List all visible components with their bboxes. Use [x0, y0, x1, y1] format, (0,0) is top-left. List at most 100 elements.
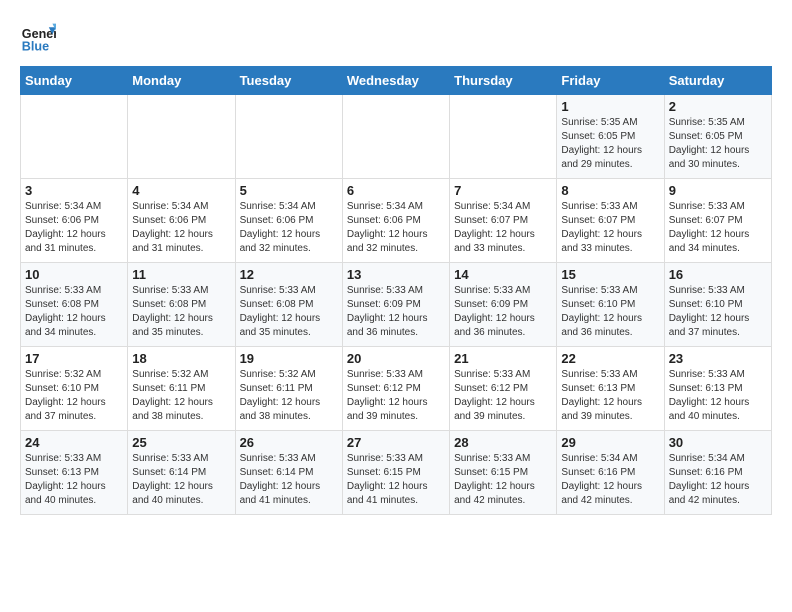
day-number: 15: [561, 267, 659, 282]
day-info: Sunrise: 5:33 AM Sunset: 6:12 PM Dayligh…: [454, 368, 552, 424]
day-number: 16: [669, 267, 767, 282]
day-number: 24: [25, 435, 123, 450]
day-info: Sunrise: 5:33 AM Sunset: 6:09 PM Dayligh…: [454, 284, 552, 340]
header-cell-saturday: Saturday: [664, 67, 771, 95]
day-number: 22: [561, 351, 659, 366]
header-cell-monday: Monday: [128, 67, 235, 95]
calendar-row: 24Sunrise: 5:33 AM Sunset: 6:13 PM Dayli…: [21, 431, 772, 515]
calendar-cell: 9 Sunrise: 5:33 AM Sunset: 6:07 PM Daylig…: [664, 179, 771, 263]
calendar-cell: 20 Sunrise: 5:33 AM Sunset: 6:12 PM Dayli…: [342, 347, 449, 431]
calendar-cell: 12 Sunrise: 5:33 AM Sunset: 6:08 PM Dayli…: [235, 263, 342, 347]
svg-text:Blue: Blue: [22, 40, 49, 54]
day-number: 5: [240, 183, 338, 198]
day-number: 4: [132, 183, 230, 198]
calendar-header: SundayMondayTuesdayWednesdayThursdayFrid…: [21, 67, 772, 95]
calendar-row: 10 Sunrise: 5:33 AM Sunset: 6:08 PM Dayli…: [21, 263, 772, 347]
day-info: Sunrise: 5:33 AM Sunset: 6:13 PM Dayligh…: [561, 368, 659, 424]
day-info: Sunrise: 5:33 AM Sunset: 6:14 PM Dayligh…: [132, 452, 230, 508]
calendar-cell: 13 Sunrise: 5:33 AM Sunset: 6:09 PM Dayli…: [342, 263, 449, 347]
day-number: 14: [454, 267, 552, 282]
calendar-cell: 7 Sunrise: 5:34 AM Sunset: 6:07 PM Daylig…: [450, 179, 557, 263]
day-info: Sunrise: 5:33 AM Sunset: 6:08 PM Dayligh…: [240, 284, 338, 340]
calendar-cell: [342, 95, 449, 179]
day-number: 30: [669, 435, 767, 450]
day-info: Sunrise: 5:34 AM Sunset: 6:06 PM Dayligh…: [25, 200, 123, 256]
calendar-row: 1 Sunrise: 5:35 AM Sunset: 6:05 PM Daylig…: [21, 95, 772, 179]
day-info: Sunrise: 5:33 AM Sunset: 6:15 PM Dayligh…: [347, 452, 445, 508]
calendar-cell: 5Sunrise: 5:34 AM Sunset: 6:06 PM Daylig…: [235, 179, 342, 263]
day-number: 25: [132, 435, 230, 450]
calendar-cell: 22 Sunrise: 5:33 AM Sunset: 6:13 PM Dayli…: [557, 347, 664, 431]
day-number: 20: [347, 351, 445, 366]
calendar-cell: 10 Sunrise: 5:33 AM Sunset: 6:08 PM Dayli…: [21, 263, 128, 347]
day-number: 9: [669, 183, 767, 198]
header-cell-sunday: Sunday: [21, 67, 128, 95]
logo: General Blue: [20, 20, 56, 56]
day-number: 2: [669, 99, 767, 114]
day-number: 1: [561, 99, 659, 114]
calendar-cell: 25 Sunrise: 5:33 AM Sunset: 6:14 PM Dayli…: [128, 431, 235, 515]
page: General Blue SundayMondayTuesdayWednesda…: [0, 0, 792, 525]
calendar-table: SundayMondayTuesdayWednesdayThursdayFrid…: [20, 66, 772, 515]
day-info: Sunrise: 5:33 AM Sunset: 6:15 PM Dayligh…: [454, 452, 552, 508]
day-number: 7: [454, 183, 552, 198]
calendar-cell: 18Sunrise: 5:32 AM Sunset: 6:11 PM Dayli…: [128, 347, 235, 431]
day-info: Sunrise: 5:34 AM Sunset: 6:06 PM Dayligh…: [132, 200, 230, 256]
calendar-cell: [235, 95, 342, 179]
day-number: 3: [25, 183, 123, 198]
logo-icon: General Blue: [20, 20, 56, 56]
calendar-cell: 6Sunrise: 5:34 AM Sunset: 6:06 PM Daylig…: [342, 179, 449, 263]
day-number: 10: [25, 267, 123, 282]
day-info: Sunrise: 5:33 AM Sunset: 6:09 PM Dayligh…: [347, 284, 445, 340]
day-info: Sunrise: 5:34 AM Sunset: 6:16 PM Dayligh…: [669, 452, 767, 508]
calendar-cell: 21 Sunrise: 5:33 AM Sunset: 6:12 PM Dayli…: [450, 347, 557, 431]
calendar-cell: 29 Sunrise: 5:34 AM Sunset: 6:16 PM Dayli…: [557, 431, 664, 515]
day-number: 26: [240, 435, 338, 450]
day-info: Sunrise: 5:33 AM Sunset: 6:12 PM Dayligh…: [347, 368, 445, 424]
calendar-cell: [128, 95, 235, 179]
day-number: 12: [240, 267, 338, 282]
calendar-body: 1 Sunrise: 5:35 AM Sunset: 6:05 PM Daylig…: [21, 95, 772, 515]
calendar-cell: 11 Sunrise: 5:33 AM Sunset: 6:08 PM Dayli…: [128, 263, 235, 347]
calendar-cell: 2 Sunrise: 5:35 AM Sunset: 6:05 PM Daylig…: [664, 95, 771, 179]
day-number: 28: [454, 435, 552, 450]
calendar-cell: 28 Sunrise: 5:33 AM Sunset: 6:15 PM Dayli…: [450, 431, 557, 515]
day-info: Sunrise: 5:33 AM Sunset: 6:07 PM Dayligh…: [561, 200, 659, 256]
day-info: Sunrise: 5:35 AM Sunset: 6:05 PM Dayligh…: [669, 116, 767, 172]
calendar-cell: 23Sunrise: 5:33 AM Sunset: 6:13 PM Dayli…: [664, 347, 771, 431]
calendar-cell: 27 Sunrise: 5:33 AM Sunset: 6:15 PM Dayli…: [342, 431, 449, 515]
calendar-cell: [450, 95, 557, 179]
day-number: 29: [561, 435, 659, 450]
day-number: 11: [132, 267, 230, 282]
calendar-cell: 4 Sunrise: 5:34 AM Sunset: 6:06 PM Daylig…: [128, 179, 235, 263]
calendar-cell: 30 Sunrise: 5:34 AM Sunset: 6:16 PM Dayli…: [664, 431, 771, 515]
day-info: Sunrise: 5:33 AM Sunset: 6:10 PM Dayligh…: [561, 284, 659, 340]
calendar-cell: 3 Sunrise: 5:34 AM Sunset: 6:06 PM Daylig…: [21, 179, 128, 263]
header-cell-tuesday: Tuesday: [235, 67, 342, 95]
calendar-cell: 8Sunrise: 5:33 AM Sunset: 6:07 PM Daylig…: [557, 179, 664, 263]
header-cell-wednesday: Wednesday: [342, 67, 449, 95]
day-number: 17: [25, 351, 123, 366]
header-cell-friday: Friday: [557, 67, 664, 95]
day-info: Sunrise: 5:33 AM Sunset: 6:08 PM Dayligh…: [132, 284, 230, 340]
calendar-cell: 24Sunrise: 5:33 AM Sunset: 6:13 PM Dayli…: [21, 431, 128, 515]
day-info: Sunrise: 5:35 AM Sunset: 6:05 PM Dayligh…: [561, 116, 659, 172]
calendar-row: 17 Sunrise: 5:32 AM Sunset: 6:10 PM Dayli…: [21, 347, 772, 431]
day-number: 21: [454, 351, 552, 366]
calendar-cell: 19Sunrise: 5:32 AM Sunset: 6:11 PM Dayli…: [235, 347, 342, 431]
day-info: Sunrise: 5:33 AM Sunset: 6:07 PM Dayligh…: [669, 200, 767, 256]
calendar-cell: 26Sunrise: 5:33 AM Sunset: 6:14 PM Dayli…: [235, 431, 342, 515]
day-info: Sunrise: 5:33 AM Sunset: 6:08 PM Dayligh…: [25, 284, 123, 340]
day-info: Sunrise: 5:32 AM Sunset: 6:10 PM Dayligh…: [25, 368, 123, 424]
day-info: Sunrise: 5:34 AM Sunset: 6:16 PM Dayligh…: [561, 452, 659, 508]
day-number: 13: [347, 267, 445, 282]
day-number: 6: [347, 183, 445, 198]
day-info: Sunrise: 5:33 AM Sunset: 6:10 PM Dayligh…: [669, 284, 767, 340]
header: General Blue: [20, 20, 772, 56]
day-info: Sunrise: 5:32 AM Sunset: 6:11 PM Dayligh…: [240, 368, 338, 424]
calendar-row: 3 Sunrise: 5:34 AM Sunset: 6:06 PM Daylig…: [21, 179, 772, 263]
day-info: Sunrise: 5:32 AM Sunset: 6:11 PM Dayligh…: [132, 368, 230, 424]
calendar-cell: 14 Sunrise: 5:33 AM Sunset: 6:09 PM Dayli…: [450, 263, 557, 347]
day-info: Sunrise: 5:34 AM Sunset: 6:07 PM Dayligh…: [454, 200, 552, 256]
day-number: 27: [347, 435, 445, 450]
